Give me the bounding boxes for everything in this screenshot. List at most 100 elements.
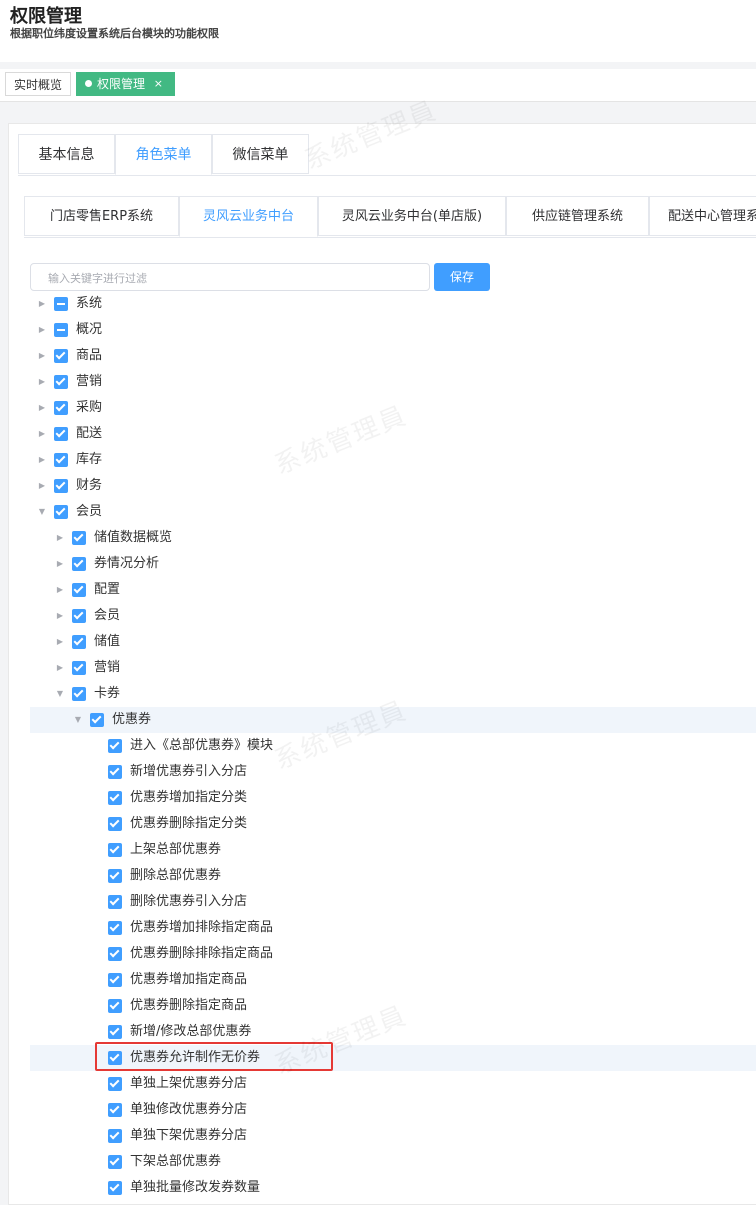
tree-node-label: 系统	[76, 296, 103, 311]
page-tab-bar: 实时概览 权限管理 ×	[0, 69, 756, 102]
caret-right-icon[interactable]: ▶	[54, 525, 66, 551]
tree-checkbox[interactable]	[54, 297, 68, 311]
tree-node-label: 配送	[76, 426, 103, 441]
caret-right-icon[interactable]: ▶	[36, 421, 48, 447]
tree-node[interactable]: ▶ 概况	[30, 317, 756, 343]
caret-right-icon[interactable]: ▶	[54, 629, 66, 655]
tree-checkbox[interactable]	[72, 531, 86, 545]
caret-right-icon[interactable]: ▶	[36, 395, 48, 421]
filter-input-wrapper	[30, 263, 430, 291]
tree-checkbox[interactable]	[54, 479, 68, 493]
tree-node[interactable]: 单独修改优惠券分店	[30, 1097, 756, 1123]
tree-node[interactable]: 优惠券增加指定分类	[30, 785, 756, 811]
tree-node[interactable]: 删除总部优惠券	[30, 863, 756, 889]
tab-distribution-center[interactable]: 配送中心管理系统	[649, 196, 756, 236]
caret-right-icon[interactable]: ▶	[36, 369, 48, 395]
tree-node-label: 会员	[94, 608, 121, 623]
tree-node[interactable]: ▶ 券情况分析	[30, 551, 756, 577]
filter-input[interactable]	[46, 265, 410, 291]
caret-right-icon[interactable]: ▶	[36, 291, 48, 317]
tree-checkbox[interactable]	[108, 843, 122, 857]
caret-down-icon[interactable]: ▼	[36, 499, 48, 525]
tree-node[interactable]: 单独下架优惠券分店	[30, 1123, 756, 1149]
tree-node[interactable]: ▶ 储值	[30, 629, 756, 655]
page-tab-overview[interactable]: 实时概览	[5, 72, 71, 96]
page-tab-permissions[interactable]: 权限管理 ×	[76, 72, 175, 96]
tree-checkbox[interactable]	[108, 1129, 122, 1143]
caret-right-icon[interactable]: ▶	[54, 603, 66, 629]
tree-node[interactable]: ▶ 财务	[30, 473, 756, 499]
tree-node-label: 配置	[94, 582, 121, 597]
caret-down-icon[interactable]: ▼	[72, 707, 84, 733]
tree-node[interactable]: ▶ 营销	[30, 369, 756, 395]
tree-checkbox[interactable]	[72, 557, 86, 571]
tree-node[interactable]: 进入《总部优惠券》模块	[30, 733, 756, 759]
tree-checkbox[interactable]	[108, 921, 122, 935]
caret-right-icon[interactable]: ▶	[54, 577, 66, 603]
tree-checkbox[interactable]	[54, 323, 68, 337]
tree-node[interactable]: 优惠券增加指定商品	[30, 967, 756, 993]
save-button[interactable]: 保存	[434, 263, 490, 291]
tree-node[interactable]: ▶ 营销	[30, 655, 756, 681]
tree-checkbox[interactable]	[72, 609, 86, 623]
tree-checkbox[interactable]	[108, 765, 122, 779]
tree-checkbox[interactable]	[72, 687, 86, 701]
tree-node[interactable]: ▶ 储值数据概览	[30, 525, 756, 551]
tree-node[interactable]: ▶ 商品	[30, 343, 756, 369]
tree-node[interactable]: 优惠券删除指定分类	[30, 811, 756, 837]
tree-node-label: 券情况分析	[94, 556, 160, 571]
tree-node[interactable]: 优惠券删除排除指定商品	[30, 941, 756, 967]
tree-node[interactable]: 上架总部优惠券	[30, 837, 756, 863]
tree-node[interactable]: 删除优惠券引入分店	[30, 889, 756, 915]
tree-node[interactable]: 单独批量修改发券数量	[30, 1175, 756, 1201]
tree-node[interactable]: 下架总部优惠券	[30, 1149, 756, 1175]
caret-right-icon[interactable]: ▶	[36, 343, 48, 369]
tree-checkbox[interactable]	[108, 791, 122, 805]
tree-checkbox[interactable]	[54, 401, 68, 415]
tree-checkbox[interactable]	[108, 895, 122, 909]
tree-checkbox[interactable]	[108, 817, 122, 831]
tree-checkbox[interactable]	[108, 869, 122, 883]
page-tab-label: 权限管理	[97, 77, 146, 91]
tab-basic-info[interactable]: 基本信息	[18, 134, 115, 174]
tree-checkbox[interactable]	[108, 973, 122, 987]
tab-supply-chain[interactable]: 供应链管理系统	[506, 196, 649, 236]
tree-checkbox[interactable]	[72, 583, 86, 597]
tree-node[interactable]: ▶ 库存	[30, 447, 756, 473]
tree-checkbox[interactable]	[108, 1181, 122, 1195]
tree-node[interactable]: ▶ 配置	[30, 577, 756, 603]
tree-node[interactable]: ▶ 会员	[30, 603, 756, 629]
tree-checkbox[interactable]	[54, 505, 68, 519]
caret-right-icon[interactable]: ▶	[36, 317, 48, 343]
tree-node[interactable]: ▶ 系统	[30, 291, 756, 317]
caret-right-icon[interactable]: ▶	[36, 473, 48, 499]
tree-node[interactable]: 单独上架优惠券分店	[30, 1071, 756, 1097]
tree-checkbox[interactable]	[108, 999, 122, 1013]
tab-store-erp[interactable]: 门店零售ERP系统	[24, 196, 179, 236]
caret-down-icon[interactable]: ▼	[54, 681, 66, 707]
caret-right-icon[interactable]: ▶	[54, 551, 66, 577]
tree-checkbox[interactable]	[54, 349, 68, 363]
tree-checkbox[interactable]	[108, 1077, 122, 1091]
tree-node[interactable]: 新增优惠券引入分店	[30, 759, 756, 785]
tree-checkbox[interactable]	[54, 375, 68, 389]
tree-checkbox[interactable]	[108, 1155, 122, 1169]
caret-right-icon[interactable]: ▶	[36, 447, 48, 473]
tab-wechat-menu[interactable]: 微信菜单	[212, 134, 309, 174]
tree-node[interactable]: ▼ 会员	[30, 499, 756, 525]
caret-right-icon[interactable]: ▶	[54, 655, 66, 681]
tree-checkbox[interactable]	[108, 1103, 122, 1117]
tab-role-menu[interactable]: 角色菜单	[115, 134, 212, 175]
tree-checkbox[interactable]	[108, 739, 122, 753]
tab-business-center-single[interactable]: 灵风云业务中台(单店版)	[318, 196, 506, 236]
tree-checkbox[interactable]	[72, 661, 86, 675]
tree-checkbox[interactable]	[54, 453, 68, 467]
tab-business-center[interactable]: 灵风云业务中台	[179, 196, 318, 237]
close-icon[interactable]: ×	[154, 72, 163, 96]
tree-checkbox[interactable]	[108, 1025, 122, 1039]
tree-checkbox[interactable]	[108, 947, 122, 961]
tree-checkbox[interactable]	[72, 635, 86, 649]
tree-node[interactable]: 优惠券增加排除指定商品	[30, 915, 756, 941]
tree-checkbox[interactable]	[54, 427, 68, 441]
tree-checkbox[interactable]	[90, 713, 104, 727]
